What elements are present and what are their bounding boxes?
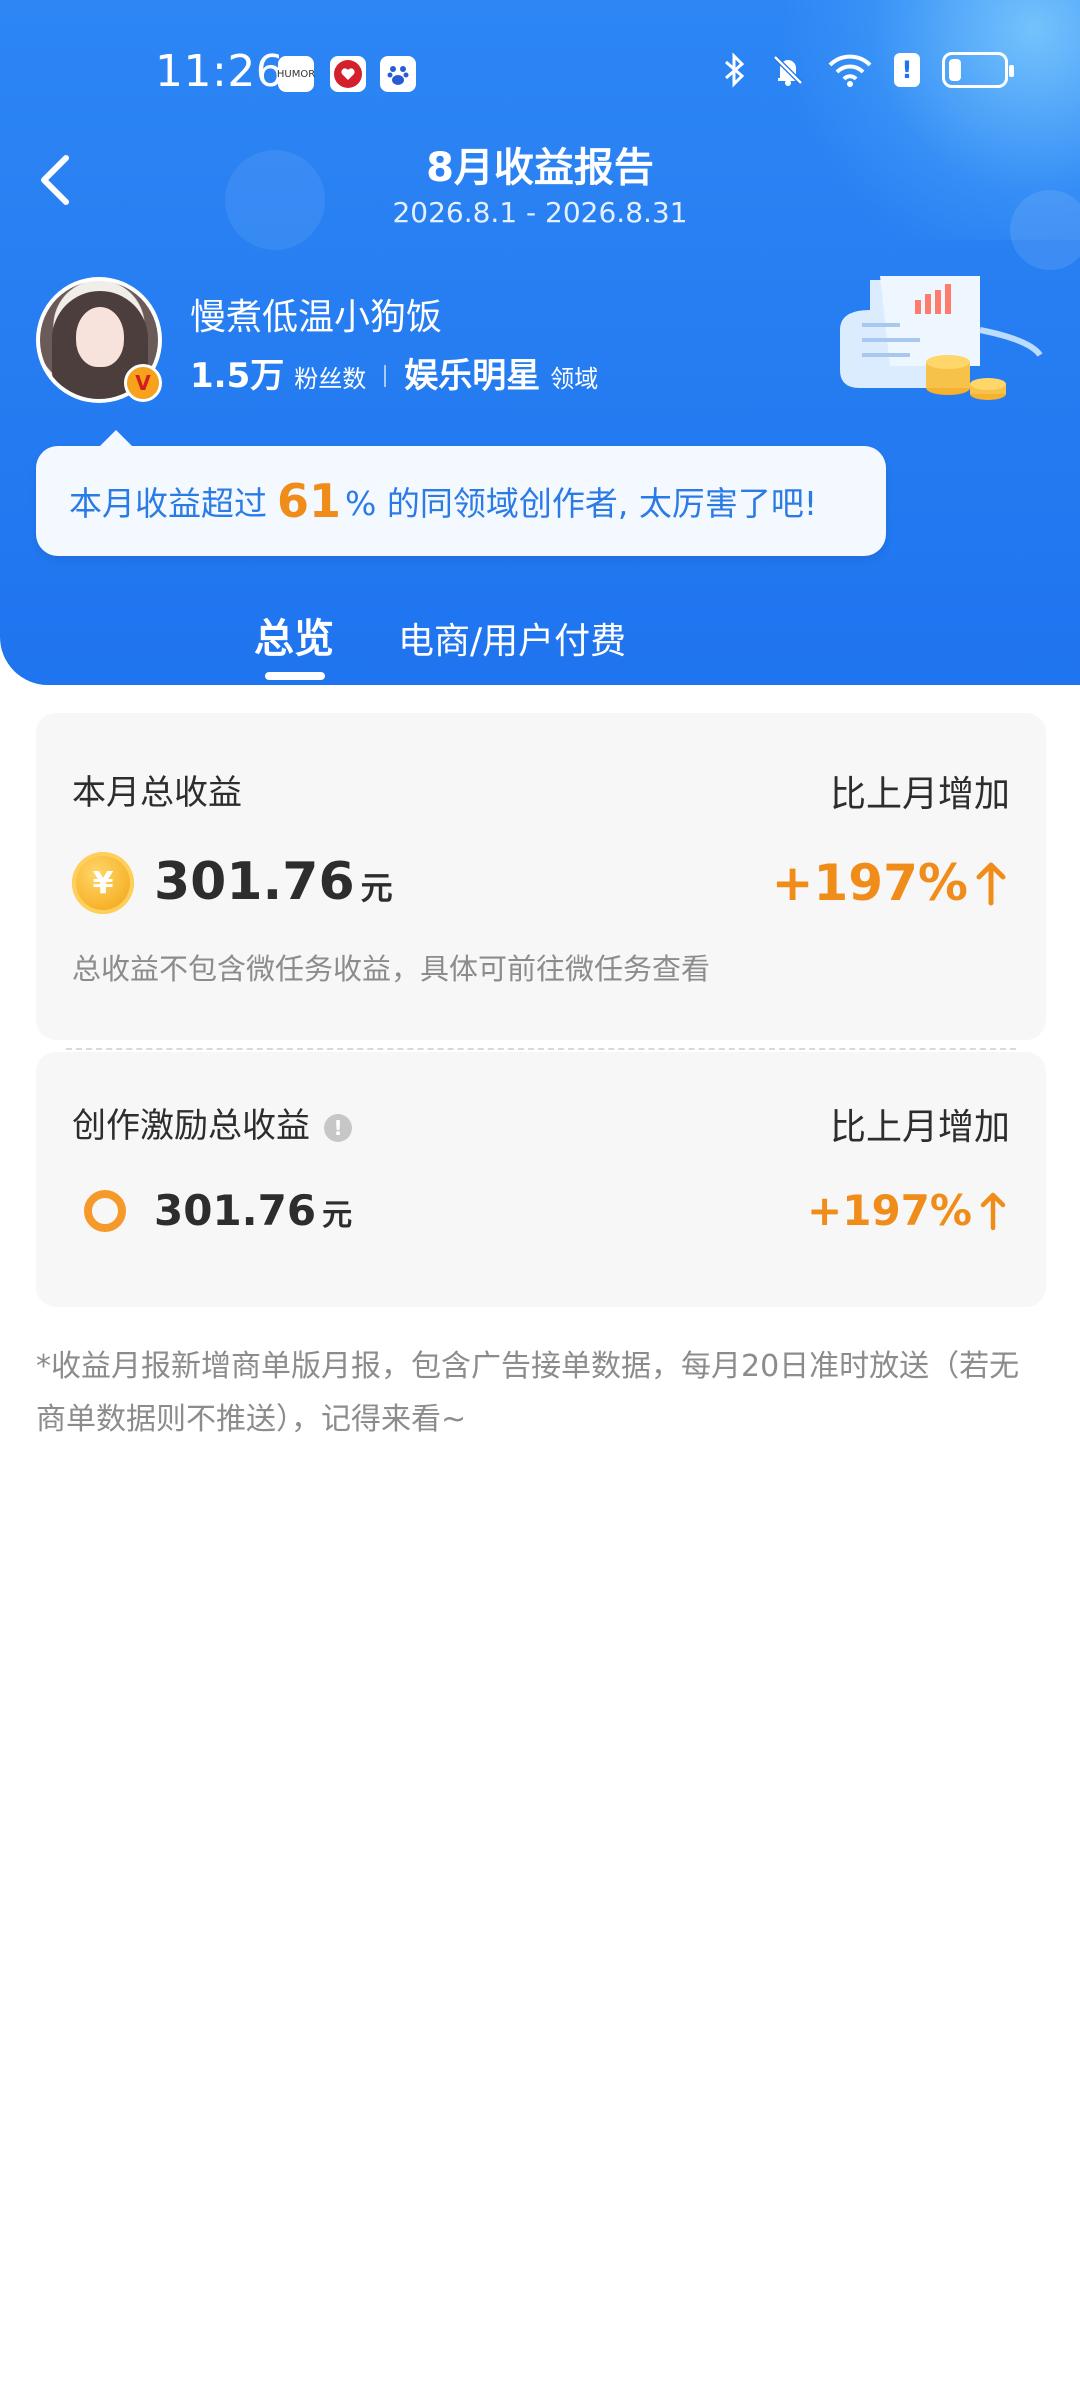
total-growth-value: +197% [771,854,968,912]
profile-stats: 1.5万 粉丝数 娱乐明星 领域 [190,348,598,397]
receipt-coins-illustration [840,276,1043,400]
baidu-app-icon [380,56,416,92]
footer-note: *收益月报新增商单版月报，包含广告接单数据，每月20日准时放送（若无商单数据则不… [36,1349,1020,1437]
alert-icon: ! [894,53,920,87]
divider [384,365,387,387]
total-earnings-amount: 301.76 元 [154,852,393,912]
fans-label: 粉丝数 [294,365,367,393]
incentive-growth: +197% [807,1186,1008,1235]
tab-ecommerce-paid[interactable]: 电商/用户付费 [398,612,626,664]
heart-app-icon [330,56,366,92]
domain-name: 娱乐明星 [404,356,541,396]
coin-yen-icon: ¥ [72,852,134,914]
date-range: 2026.8.1 - 2026.8.31 [392,196,688,229]
incentive-earnings-amount: 301.76 元 [154,1186,352,1235]
username: 慢煮低温小狗饭 [190,297,443,338]
bubble-percent: 61 [277,474,342,528]
up-arrow-icon [976,862,1006,906]
domain-label: 领域 [550,365,599,393]
total-compare-label: 比上月增加 [829,774,1010,815]
total-earnings-title: 本月总收益 [72,773,242,813]
ranking-bubble: 本月收益超过 61 % 的同领域创作者, 太厉害了吧! [36,430,886,556]
bluetooth-icon [725,52,745,88]
incentive-compare-label: 比上月增加 [829,1107,1010,1148]
up-arrow-icon [980,1192,1006,1230]
tab-overview[interactable]: 总览 [254,606,334,664]
header-banner: 11:26 HUMOR ! 8月收益报告 2026.8.1 - 2026.8.3… [0,0,1080,685]
incentive-title: 创作激励总收益 [72,1106,310,1146]
battery-icon [942,52,1014,88]
info-icon[interactable]: ! [324,1113,352,1142]
card-divider [66,1048,1016,1050]
status-icons: ! [720,52,1014,88]
total-growth: +197% [772,854,1008,912]
humor-app-icon: HUMOR [277,56,315,92]
incentive-title-row: 创作激励总收益! [72,1098,352,1147]
verified-badge-icon: V [124,364,162,402]
incentive-earnings-card[interactable] [36,1052,1046,1307]
tab-active-indicator [265,672,325,680]
wifi-icon [828,54,872,87]
bubble-suffix: % 的同领域创作者, 太厉害了吧! [345,484,818,523]
incentive-amount-value: 301.76 [154,1186,317,1235]
total-amount-unit: 元 [360,869,393,907]
ring-icon [84,1190,126,1232]
status-time: 11:26 [155,46,285,97]
mute-bell-icon [773,55,803,86]
bubble-prefix: 本月收益超过 [69,484,267,523]
total-earnings-note: 总收益不包含微任务收益，具体可前往微任务查看 [72,952,711,986]
fans-count: 1.5万 [190,356,285,396]
page-title: 8月收益报告 [426,145,654,191]
total-amount-value: 301.76 [154,852,355,912]
incentive-growth-value: +197% [807,1186,972,1235]
incentive-amount-unit: 元 [322,1198,353,1233]
